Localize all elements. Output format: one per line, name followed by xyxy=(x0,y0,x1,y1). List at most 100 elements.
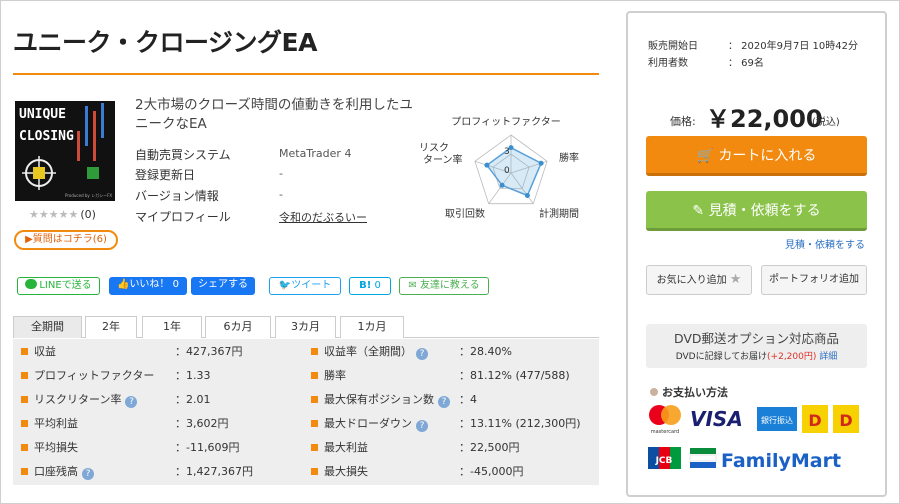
users-label: 利用者数 xyxy=(648,58,688,69)
mastercard-icon: mastercard xyxy=(649,405,681,435)
stat-value: ：4 xyxy=(459,393,477,406)
favorite-button-label: お気に入り追加 xyxy=(656,275,727,286)
stat-value: ：1.33 xyxy=(175,369,211,382)
question-button[interactable]: ▶質問はコチラ(6) xyxy=(14,230,118,250)
radar-point xyxy=(538,160,544,166)
portfolio-button[interactable]: ポートフォリオ追加 xyxy=(761,265,867,295)
line-share-button[interactable]: LINEで送る xyxy=(17,277,100,295)
info-label-updated: 登録更新日 xyxy=(135,168,196,182)
facebook-share-button[interactable]: シェアする xyxy=(191,277,255,295)
price-value: ￥22,000 xyxy=(706,105,823,133)
stat-label: 収益率（全期間）? xyxy=(311,343,428,361)
dvd-option-box: DVD郵送オプション対応商品 DVDに記録してお届け(+2,200円) 詳細 xyxy=(646,324,867,368)
dvd-note-row: DVDに記録してお届け(+2,200円) 詳細 xyxy=(646,349,867,362)
tab-6m[interactable]: 6カ月 xyxy=(205,316,271,338)
radar-chart: プロフィットファクター 勝率 計測期間 取引回数 リスク ターン率 3 0 xyxy=(411,113,601,225)
favorite-button[interactable]: お気に入り追加 ★ xyxy=(646,265,752,295)
stat-label: リスクリターン率? xyxy=(21,391,138,409)
hatena-button[interactable]: B! 0 xyxy=(349,277,391,295)
estimate-button-label: 見積・依頼をする xyxy=(708,203,821,219)
pencil-icon: ✎ xyxy=(692,203,705,219)
radar-point xyxy=(499,182,505,188)
period-tabs: 全期間 2年 1年 6カ月 3カ月 1カ月 xyxy=(13,316,599,338)
tab-3m[interactable]: 3カ月 xyxy=(275,316,336,338)
line-icon xyxy=(25,279,38,289)
radar-label-left-2: ターン率 xyxy=(423,153,463,166)
radar-series xyxy=(485,146,543,197)
info-value-version: - xyxy=(279,188,283,201)
stat-label: 最大ドローダウン? xyxy=(311,415,428,433)
radar-label-top: プロフィットファクター xyxy=(451,116,560,128)
svg-text:FamilyMart: FamilyMart xyxy=(721,450,841,472)
tab-all[interactable]: 全期間 xyxy=(13,316,82,338)
profile-link-text[interactable]: 令和のだぶるいー xyxy=(279,211,367,224)
tab-1m[interactable]: 1カ月 xyxy=(340,316,404,338)
jcb-icon: JCB xyxy=(648,447,681,469)
tab-2y[interactable]: 2年 xyxy=(85,316,137,338)
price-tax: (税込) xyxy=(812,117,840,128)
radar-point xyxy=(484,162,490,168)
stat-label: 平均損失 xyxy=(21,439,78,457)
visa-icon: VISA xyxy=(690,407,743,431)
help-icon[interactable]: ? xyxy=(416,420,428,432)
facebook-like-button[interactable]: 👍いいね！ 0 xyxy=(109,277,187,295)
cart-button-label: カートに入れる xyxy=(718,148,817,164)
stat-value: ：427,367円 xyxy=(175,345,243,358)
familymart-icon: FamilyMart xyxy=(689,448,841,472)
stat-value: ：-11,609円 xyxy=(175,441,240,454)
radar-label-left-1: リスク xyxy=(419,142,449,154)
svg-text:D: D xyxy=(839,411,852,430)
radar-label-right: 勝率 xyxy=(559,151,579,164)
mail-icon: ✉ xyxy=(408,280,417,291)
stat-value: ：-45,000円 xyxy=(459,465,524,478)
page-title: ユニーク・クロージングEA xyxy=(13,28,317,57)
rating-count: (0) xyxy=(80,208,96,221)
payment-logos: mastercard VISA 銀行振込 D D JCB FamilyMart xyxy=(648,405,859,472)
estimate-button[interactable]: ✎ 見積・依頼をする xyxy=(646,191,867,231)
dvd-detail-link[interactable]: 詳細 xyxy=(819,352,837,362)
info-label-profile: マイプロフィール xyxy=(135,210,231,224)
info-label-version: バージョン情報 xyxy=(135,189,219,203)
add-to-cart-button[interactable]: 🛒 カートに入れる xyxy=(646,136,867,176)
help-icon[interactable]: ? xyxy=(438,396,450,408)
tweet-label: ツイート xyxy=(291,280,332,291)
thumbnail-graphic-icon: Produced by レガシーFX xyxy=(22,103,112,198)
star-icon: ★ xyxy=(729,272,742,287)
svg-text:D: D xyxy=(808,411,821,430)
help-icon[interactable]: ? xyxy=(416,348,428,360)
radar-tick-3: 3 xyxy=(504,147,510,157)
dvd-note: DVDに記録してお届け xyxy=(675,352,768,362)
sale-start-label: 販売開始日 xyxy=(648,41,698,52)
tab-1y[interactable]: 1年 xyxy=(142,316,202,338)
estimate-link[interactable]: 見積・依頼をする xyxy=(785,236,865,251)
stat-label: 最大利益 xyxy=(311,439,368,457)
hatena-label: B! xyxy=(359,280,372,291)
svg-text:銀行振込: 銀行振込 xyxy=(761,415,793,425)
stat-label: 収益 xyxy=(21,343,56,361)
product-thumbnail[interactable]: UNIQUE CLOSING Produced by レガシーFX xyxy=(15,101,115,201)
stat-label: 口座残高? xyxy=(21,463,94,481)
help-icon[interactable]: ? xyxy=(125,396,138,408)
radar-label-bottom-right: 計測期間 xyxy=(539,207,579,220)
stat-value: ：28.40% xyxy=(459,345,512,358)
thumbnail-footer: Produced by レガシーFX xyxy=(65,192,112,198)
profile-link[interactable]: 令和のだぶるいー xyxy=(279,209,367,225)
help-icon[interactable]: ? xyxy=(82,468,94,480)
stat-label: 平均利益 xyxy=(21,415,78,433)
users-value: ： 69名 xyxy=(728,58,764,69)
paidy-icon: D xyxy=(802,405,828,433)
stat-label: 勝率 xyxy=(311,367,346,385)
star-icon: ★★★★★ xyxy=(29,208,79,221)
radar-tick-0: 0 xyxy=(504,166,510,176)
stat-value: ：2.01 xyxy=(175,393,211,406)
info-value-updated: - xyxy=(279,167,283,180)
bank-transfer-icon: 銀行振込 xyxy=(757,407,797,431)
stat-value: ：3,602円 xyxy=(175,417,229,430)
hatena-count: 0 xyxy=(374,280,381,291)
title-divider xyxy=(13,73,599,75)
tweet-button[interactable]: 🐦ツイート xyxy=(269,277,341,295)
stat-value: ：81.12% (477/588) xyxy=(459,369,570,382)
like-count: 0 xyxy=(172,279,179,290)
tell-friend-button[interactable]: ✉ 友達に教える xyxy=(399,277,489,295)
stat-label: 最大保有ポジション数? xyxy=(311,391,450,409)
